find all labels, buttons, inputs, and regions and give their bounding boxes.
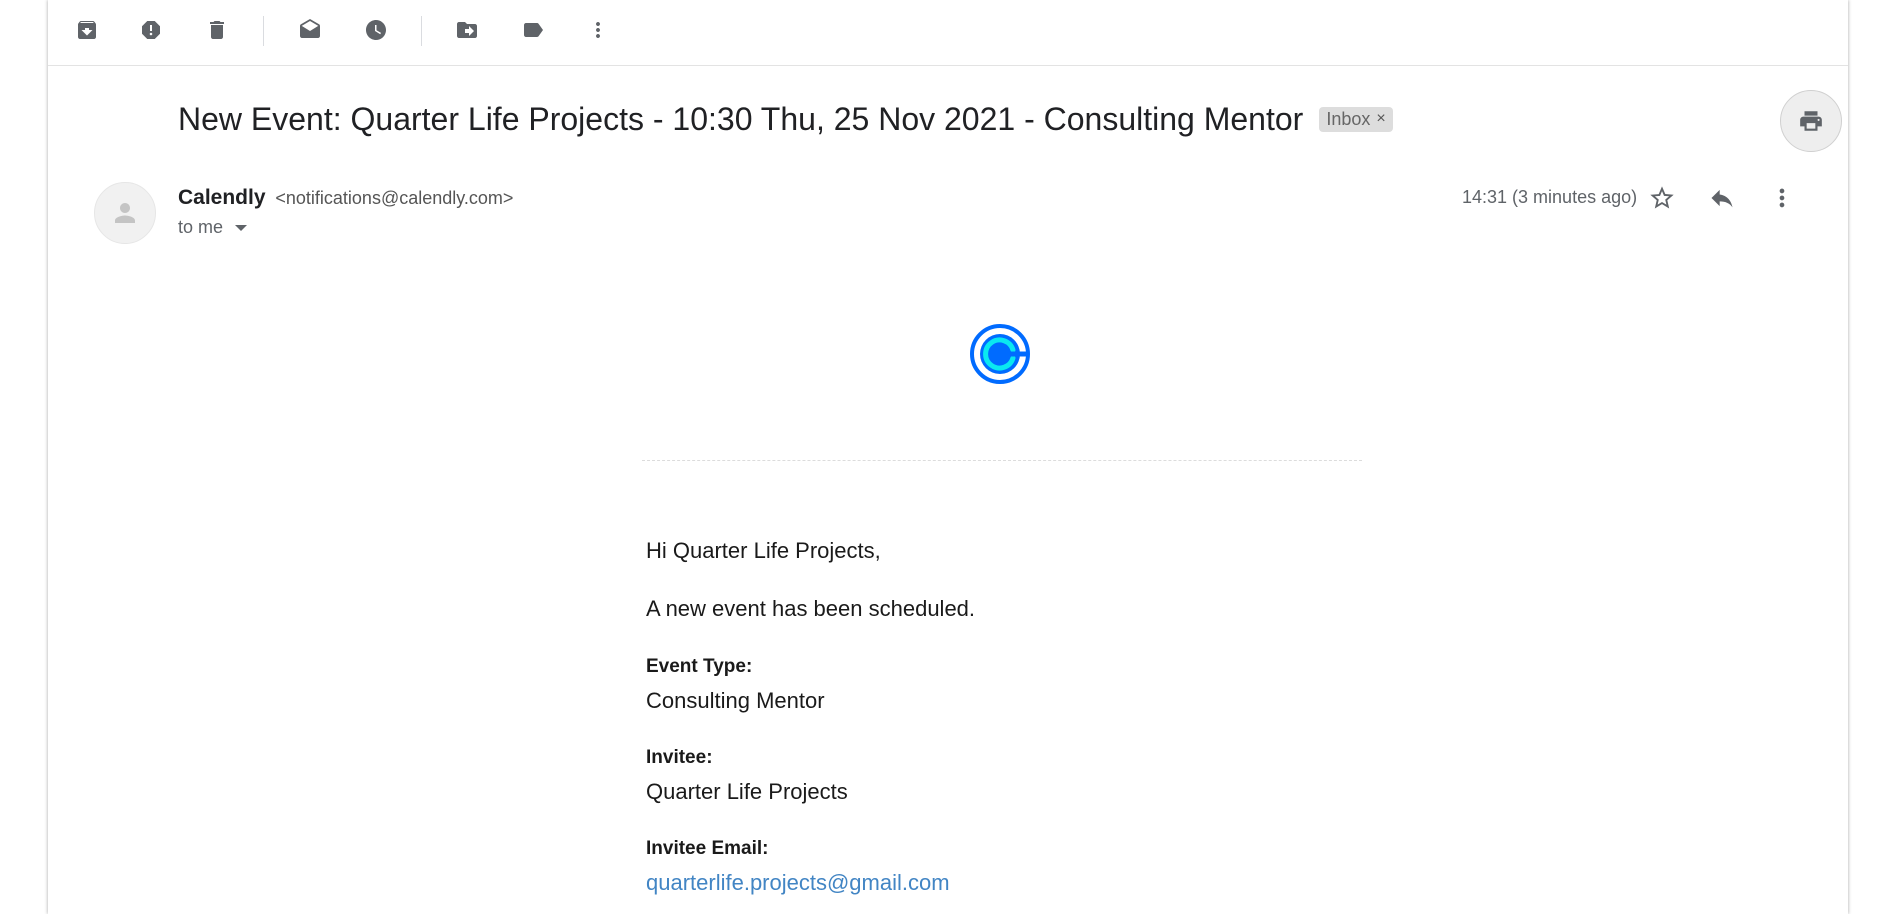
delete-button[interactable] — [198, 11, 236, 49]
delete-icon — [210, 21, 224, 39]
intro-text: A new event has been scheduled. — [646, 596, 976, 621]
email-timestamp: 14:31 (3 minutes ago) — [1462, 187, 1638, 207]
inbox-label-text: Inbox — [1326, 108, 1371, 129]
move-to-icon — [457, 22, 477, 38]
move-to-button[interactable] — [448, 11, 486, 49]
more-actions-button[interactable] — [579, 11, 617, 49]
sender-name[interactable]: Calendly — [178, 186, 266, 209]
reply-button[interactable] — [1702, 178, 1742, 218]
report-spam-button[interactable] — [132, 11, 170, 49]
snooze-button[interactable] — [357, 11, 395, 49]
more-vertical-icon — [1779, 188, 1785, 208]
invitee-email-link[interactable]: quarterlife.projects@gmail.com — [646, 870, 950, 896]
sender-line: Calendly <notifications@calendly.com> — [178, 186, 513, 210]
report-spam-icon — [142, 21, 160, 39]
event-type-value: Consulting Mentor — [646, 688, 825, 713]
more-vertical-icon — [596, 22, 600, 38]
invitee-label: Invitee: — [646, 747, 713, 768]
chevron-down-icon — [235, 224, 248, 231]
more-message-actions-button[interactable] — [1762, 178, 1802, 218]
reply-icon — [1711, 189, 1733, 208]
subject-row: New Event: Quarter Life Projects - 10:30… — [178, 96, 1393, 142]
greeting-text: Hi Quarter Life Projects, — [646, 538, 881, 563]
archive-button[interactable] — [68, 11, 106, 49]
inbox-label-chip[interactable]: Inbox × — [1319, 106, 1393, 132]
content-divider — [642, 460, 1362, 461]
invitee-value: Quarter Life Projects — [646, 779, 848, 804]
snooze-icon — [366, 20, 386, 40]
recipient-text: to me — [178, 217, 224, 237]
message-panel: New Event: Quarter Life Projects - 10:30… — [48, 0, 1848, 914]
person-icon — [115, 203, 135, 223]
label-button[interactable] — [514, 11, 552, 49]
message-toolbar — [48, 0, 1848, 66]
archive-icon — [78, 21, 96, 39]
star-button[interactable] — [1642, 178, 1682, 218]
email-view-page: New Event: Quarter Life Projects - 10:30… — [0, 0, 1891, 914]
sender-email: <notifications@calendly.com> — [275, 188, 514, 208]
invitee-email-label: Invitee Email: — [646, 838, 769, 859]
remove-label-icon[interactable]: × — [1376, 110, 1385, 128]
toolbar-divider — [263, 16, 264, 46]
mark-unread-button[interactable] — [291, 11, 329, 49]
event-type-label: Event Type: — [646, 656, 753, 677]
print-all-button[interactable] — [1780, 90, 1842, 152]
print-icon — [1800, 111, 1822, 131]
calendly-logo-icon — [970, 324, 1030, 384]
star-outline-icon — [1650, 186, 1674, 209]
email-subject: New Event: Quarter Life Projects - 10:30… — [178, 100, 1304, 137]
toolbar-divider — [421, 16, 422, 46]
label-icon — [524, 23, 543, 37]
recipient-details-toggle[interactable]: to me — [178, 217, 248, 238]
mark-unread-icon — [300, 19, 320, 38]
sender-avatar — [94, 182, 156, 244]
